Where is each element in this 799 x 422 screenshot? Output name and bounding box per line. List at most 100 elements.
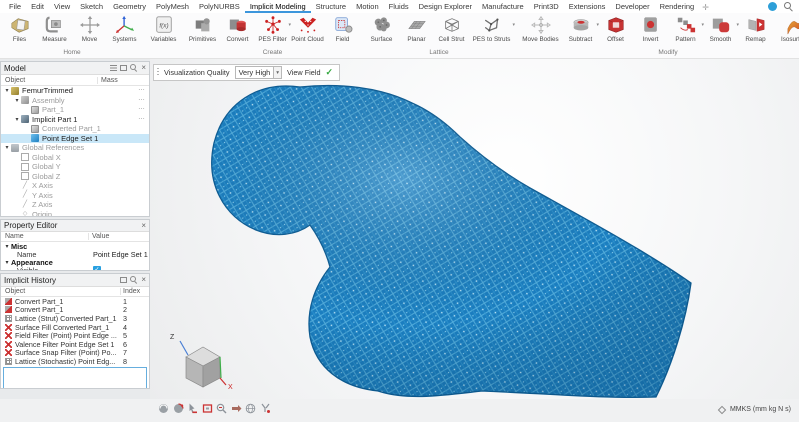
history-row[interactable]: Surface Snap Filter (Point) Po...7 <box>1 349 149 358</box>
planar-button[interactable]: Planar <box>399 13 434 49</box>
add-menu-icon[interactable]: ✛ <box>699 3 712 13</box>
move-button[interactable]: Move <box>72 13 107 49</box>
select-view-icon[interactable] <box>187 403 198 414</box>
fit-view-icon[interactable] <box>202 403 213 414</box>
checkbox-icon[interactable] <box>21 163 29 171</box>
filter-display-icon[interactable] <box>260 403 271 414</box>
files-button[interactable]: Files <box>2 13 37 49</box>
point-cloud-button[interactable]: Point Cloud <box>290 13 325 49</box>
systems-button[interactable]: Systems <box>107 13 142 49</box>
menu-item-manufacture[interactable]: Manufacture <box>477 1 529 13</box>
search-icon[interactable] <box>784 2 793 11</box>
visible-checkbox[interactable] <box>93 266 101 271</box>
close-icon[interactable] <box>141 64 146 72</box>
isolate-icon[interactable] <box>120 277 127 283</box>
menu-item-print3d[interactable]: Print3D <box>529 1 564 13</box>
units-indicator[interactable]: MMKS (mm kg N s) <box>719 406 791 413</box>
pes-filter-button[interactable]: PES Filter <box>255 13 290 49</box>
menu-item-file[interactable]: File <box>4 1 26 13</box>
smooth-button[interactable]: Smooth <box>703 13 738 49</box>
chevron-down-icon[interactable] <box>273 67 281 78</box>
column-object[interactable]: Object <box>1 77 98 84</box>
remap-button[interactable]: Remap <box>738 13 773 49</box>
help-icon[interactable] <box>768 2 777 11</box>
checkbox-icon[interactable] <box>21 153 29 161</box>
cell-strut-button[interactable]: Cell Strut <box>434 13 469 49</box>
tree-item-femurtrimmed[interactable]: FemurTrimmed … <box>1 86 149 96</box>
tree-item-point-edge-set1[interactable]: Point Edge Set 1 <box>1 134 149 144</box>
history-row[interactable]: Lattice (Stochastic) Point Edg...8 <box>1 357 149 366</box>
expander-icon[interactable] <box>3 259 11 266</box>
field-button[interactable]: Field <box>325 13 360 49</box>
orbit-view-icon[interactable] <box>158 403 169 414</box>
column-object[interactable]: Object <box>1 288 121 295</box>
isosurface-button[interactable]: Isosurface <box>773 13 799 49</box>
menu-item-sketch[interactable]: Sketch <box>75 1 108 13</box>
column-value[interactable]: Value <box>89 233 149 240</box>
tree-item-assembly[interactable]: Assembly … <box>1 96 149 106</box>
history-row[interactable]: Convert Part_11 <box>1 297 149 306</box>
menu-item-edit[interactable]: Edit <box>26 1 49 13</box>
history-row[interactable]: Convert Part_12 <box>1 306 149 315</box>
surface-button[interactable]: Surface <box>364 13 399 49</box>
tree-item-implicit-part1[interactable]: Implicit Part 1 … <box>1 115 149 125</box>
pes-to-struts-button[interactable]: PES to Struts <box>469 13 514 49</box>
menu-item-implicit-modeling[interactable]: Implicit Modeling <box>245 1 311 13</box>
menu-item-polymesh[interactable]: PolyMesh <box>151 1 194 13</box>
column-index[interactable]: Index <box>121 288 149 295</box>
checkbox-icon[interactable] <box>21 172 29 180</box>
tree-item-origin[interactable]: Origin <box>1 210 149 218</box>
viewport-3d[interactable]: Visualization Quality Very High View Fie… <box>150 59 799 399</box>
menu-item-view[interactable]: View <box>49 1 75 13</box>
column-name[interactable]: Name <box>1 233 89 240</box>
menu-item-motion[interactable]: Motion <box>351 1 384 13</box>
tree-item-part1[interactable]: Part_1 … <box>1 105 149 115</box>
tree-item-y-axis[interactable]: Y Axis <box>1 191 149 201</box>
expander-icon[interactable] <box>13 97 21 104</box>
tree-item-x-axis[interactable]: X Axis <box>1 181 149 191</box>
tree-item-global-references[interactable]: Global References <box>1 143 149 153</box>
menu-item-geometry[interactable]: Geometry <box>108 1 151 13</box>
tree-item-global-z[interactable]: Global Z <box>1 172 149 182</box>
menu-item-rendering[interactable]: Rendering <box>655 1 700 13</box>
femur-lattice-model[interactable] <box>150 59 799 399</box>
view-cube[interactable] <box>172 335 234 395</box>
search-icon[interactable] <box>130 64 138 72</box>
expander-icon[interactable] <box>13 116 21 123</box>
expander-icon[interactable] <box>3 243 11 250</box>
subtract-button[interactable]: Subtract <box>563 13 598 49</box>
tree-item-global-y[interactable]: Global Y <box>1 162 149 172</box>
property-value-name[interactable]: Point Edge Set 1 <box>89 250 149 259</box>
history-row[interactable]: Field Filter (Point) Point Edge ...5 <box>1 331 149 340</box>
search-icon[interactable] <box>130 276 138 284</box>
menu-item-developer[interactable]: Developer <box>610 1 654 13</box>
history-row[interactable]: Valence Filter Point Edge Set 16 <box>1 340 149 349</box>
history-row[interactable]: Surface Fill Converted Part_14 <box>1 323 149 332</box>
offset-button[interactable]: Offset <box>598 13 633 49</box>
variables-button[interactable]: f(x) Variables <box>146 13 181 49</box>
menu-item-structure[interactable]: Structure <box>311 1 351 13</box>
property-row-visible[interactable]: Visible <box>1 266 149 271</box>
expander-icon[interactable] <box>3 87 11 94</box>
primitives-button[interactable]: Primitives <box>185 13 220 49</box>
move-bodies-button[interactable]: Move Bodies <box>518 13 563 49</box>
globe-render-icon[interactable] <box>245 403 256 414</box>
spin-view-icon[interactable] <box>173 403 184 414</box>
view-field-checkmark-icon[interactable] <box>326 67 334 78</box>
drag-handle[interactable] <box>157 68 159 77</box>
close-icon[interactable] <box>141 276 146 284</box>
menu-item-polynurbs[interactable]: PolyNURBS <box>194 1 245 13</box>
menu-item-design-explorer[interactable]: Design Explorer <box>414 1 477 13</box>
tree-item-converted-part1[interactable]: Converted Part_1 <box>1 124 149 134</box>
view-direction-icon[interactable] <box>231 403 242 414</box>
isolate-icon[interactable] <box>120 65 127 71</box>
expander-icon[interactable] <box>3 144 11 151</box>
column-mass[interactable]: Mass <box>98 77 149 84</box>
menu-item-extensions[interactable]: Extensions <box>564 1 611 13</box>
tree-item-global-x[interactable]: Global X <box>1 153 149 163</box>
zoom-icon[interactable] <box>216 403 227 414</box>
tree-item-z-axis[interactable]: Z Axis <box>1 200 149 210</box>
pattern-button[interactable]: Pattern <box>668 13 703 49</box>
measure-button[interactable]: Measure <box>37 13 72 49</box>
history-row[interactable]: Lattice (Strut) Converted Part_13 <box>1 314 149 323</box>
